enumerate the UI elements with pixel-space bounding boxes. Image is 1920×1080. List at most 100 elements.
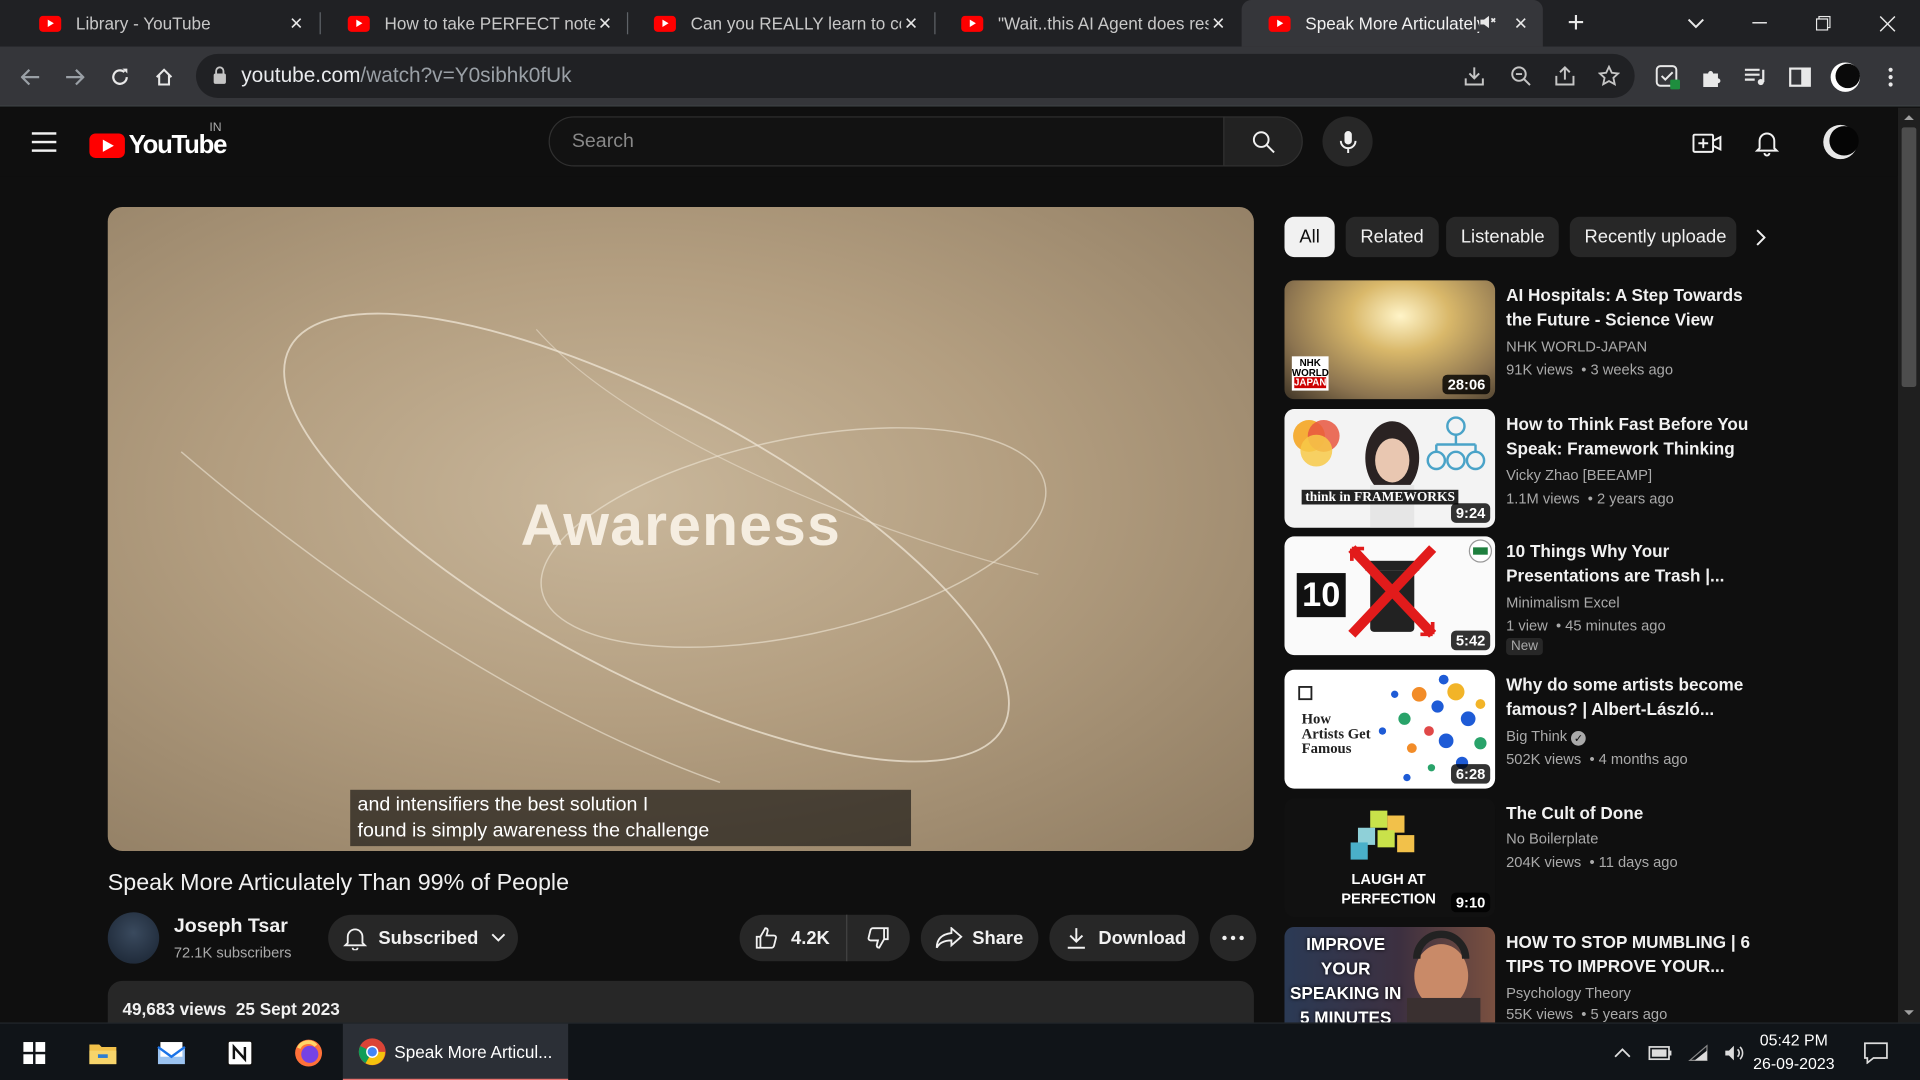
reload-button[interactable] — [100, 47, 139, 107]
back-button[interactable] — [11, 47, 50, 107]
recommended-video[interactable]: 10 5:42 10 Things Why Your Presentations… — [1284, 536, 1749, 656]
player-frame-text: Awareness — [520, 493, 841, 559]
recommended-video[interactable]: How Artists Get Famous 6:28 Why do some … — [1284, 669, 1749, 790]
tab-audio-icon[interactable] — [1479, 13, 1503, 34]
share-button[interactable]: Share — [920, 914, 1039, 962]
channel-name[interactable]: Joseph Tsar — [174, 916, 288, 938]
download-button[interactable]: Download — [1049, 914, 1199, 962]
youtube-logo[interactable]: YouTube IN — [89, 121, 236, 160]
browser-tab-strip: Library - YouTube × How to take PERFECT … — [0, 0, 1920, 47]
video-thumbnail[interactable]: LAUGH AT PERFECTION 9:10 — [1284, 798, 1496, 918]
zoom-icon[interactable] — [1509, 65, 1533, 89]
browser-tab-learn-to-code[interactable]: Can you REALLY learn to code × — [627, 0, 933, 47]
extension-clipboard-icon[interactable] — [1648, 47, 1687, 107]
video-thumbnail[interactable]: IMPROVE YOUR SPEAKING IN 5 MINUTES — [1284, 926, 1496, 1023]
forward-button[interactable] — [55, 47, 94, 107]
battery-icon[interactable] — [1648, 1044, 1672, 1061]
tab-close-icon[interactable]: × — [1511, 10, 1531, 36]
download-label: Download — [1098, 927, 1187, 949]
minimize-window-button[interactable] — [1739, 0, 1781, 47]
restore-window-button[interactable] — [1802, 0, 1844, 47]
bell-icon — [343, 928, 368, 951]
new-badge: New — [1506, 637, 1543, 656]
chrome-app-icon — [358, 1037, 386, 1065]
video-thumbnail[interactable]: think in FRAMEWORKS 9:24 — [1284, 408, 1496, 528]
tab-close-icon[interactable]: × — [595, 10, 615, 36]
more-actions-button[interactable] — [1209, 914, 1257, 962]
chip-recently-uploaded[interactable]: Recently uploade — [1569, 216, 1737, 258]
create-video-icon[interactable] — [1691, 127, 1723, 159]
wifi-icon[interactable] — [1687, 1043, 1709, 1063]
firefox-app-icon[interactable] — [284, 1024, 333, 1080]
taskbar-chrome-window[interactable]: Speak More Articul... — [342, 1023, 569, 1080]
chip-related[interactable]: Related — [1345, 216, 1439, 258]
url-text: youtube.com/watch?v=Y0sibhk0fUk — [241, 64, 571, 88]
recommended-channel: Vicky Zhao [BEEAMP] — [1506, 466, 1653, 484]
youtube-favicon-icon — [653, 15, 676, 32]
dislike-button[interactable] — [847, 915, 908, 962]
like-button[interactable]: 4.2K — [740, 914, 848, 962]
media-controls-icon[interactable] — [1736, 47, 1775, 107]
scroll-down-arrow-icon[interactable] — [1898, 1005, 1920, 1020]
share-page-icon[interactable] — [1553, 65, 1577, 89]
video-thumbnail[interactable]: How Artists Get Famous 6:28 — [1284, 669, 1496, 789]
tab-close-icon[interactable]: × — [287, 10, 307, 36]
channel-avatar[interactable] — [107, 912, 160, 964]
new-tab-button[interactable]: + — [1558, 0, 1595, 47]
recommended-meta: 502K views • 4 months ago — [1506, 750, 1688, 768]
video-duration: 9:24 — [1450, 503, 1491, 523]
home-button[interactable] — [144, 47, 183, 107]
install-app-icon[interactable] — [1462, 65, 1486, 89]
start-button[interactable] — [10, 1024, 59, 1080]
tab-search-chevron-icon[interactable] — [1678, 0, 1715, 47]
chip-all[interactable]: All — [1284, 216, 1335, 258]
browser-tab-ai-agent[interactable]: "Wait..this AI Agent does rese × — [934, 0, 1240, 47]
search-input[interactable]: Search — [548, 116, 1225, 167]
side-panel-icon[interactable] — [1780, 47, 1819, 107]
chips-next-chevron-icon[interactable] — [1745, 220, 1777, 254]
recommended-video[interactable]: NHK WORLD JAPAN 28:06 AI Hospitals: A Step… — [1284, 280, 1749, 400]
bookmark-star-icon[interactable] — [1597, 64, 1621, 89]
notifications-bell-icon[interactable] — [1751, 127, 1783, 159]
browser-menu-icon[interactable] — [1871, 47, 1910, 107]
recommended-video[interactable]: IMPROVE YOUR SPEAKING IN 5 MINUTES HOW T… — [1284, 926, 1750, 1023]
scroll-up-arrow-icon[interactable] — [1898, 110, 1920, 125]
browser-tab-perfect-notes[interactable]: How to take PERFECT notes w × — [321, 0, 627, 47]
tab-title: Library - YouTube — [75, 13, 211, 34]
page-scrollbar[interactable] — [1897, 107, 1920, 1023]
file-explorer-icon[interactable] — [78, 1024, 127, 1080]
app-root: Library - YouTube × How to take PERFECT … — [0, 0, 1920, 1080]
address-bar[interactable]: youtube.com/watch?v=Y0sibhk0fUk — [195, 53, 1635, 98]
video-duration: 28:06 — [1442, 374, 1491, 395]
clock[interactable]: 05:42 PM 26-09-2023 — [1739, 1029, 1849, 1076]
lock-icon[interactable] — [213, 66, 226, 84]
video-duration: 9:10 — [1450, 892, 1491, 913]
voice-search-button[interactable] — [1322, 116, 1373, 167]
extensions-puzzle-icon[interactable] — [1692, 47, 1731, 107]
search-placeholder: Search — [571, 131, 634, 152]
thumbnail-caption: How Artists Get Famous — [1301, 710, 1371, 757]
recommended-video[interactable]: LAUGH AT PERFECTION 9:10 The Cult of Don… — [1284, 798, 1749, 918]
mail-app-icon[interactable] — [147, 1024, 196, 1080]
share-label: Share — [972, 927, 1024, 949]
hamburger-menu-icon[interactable] — [31, 132, 57, 152]
tab-close-icon[interactable]: × — [1209, 10, 1229, 36]
video-thumbnail[interactable]: 10 5:42 — [1284, 536, 1496, 656]
browser-tab-library[interactable]: Library - YouTube × — [12, 0, 318, 47]
profile-avatar-icon[interactable] — [1826, 47, 1865, 107]
show-hidden-icons-chevron-icon[interactable] — [1614, 1046, 1631, 1058]
tab-close-icon[interactable]: × — [901, 10, 921, 36]
youtube-header: YouTube IN Search — [0, 107, 1898, 177]
video-thumbnail[interactable]: NHK WORLD JAPAN 28:06 — [1284, 280, 1496, 400]
notifications-center-icon[interactable] — [1854, 1024, 1898, 1080]
recommended-video[interactable]: think in FRAMEWORKS 9:24 How to Think Fa… — [1284, 408, 1749, 529]
subscribed-button[interactable]: Subscribed — [328, 914, 518, 962]
account-avatar-icon[interactable] — [1822, 124, 1859, 161]
scrollbar-thumb[interactable] — [1901, 127, 1917, 387]
chip-listenable[interactable]: Listenable — [1446, 216, 1560, 258]
search-button[interactable] — [1223, 116, 1303, 167]
browser-tab-speak-articulately[interactable]: Speak More Articulately T × — [1241, 0, 1543, 47]
close-window-button[interactable] — [1866, 0, 1908, 47]
notion-app-icon[interactable] — [216, 1024, 265, 1080]
video-player[interactable]: Awareness and intensifiers the best solu… — [107, 206, 1254, 852]
